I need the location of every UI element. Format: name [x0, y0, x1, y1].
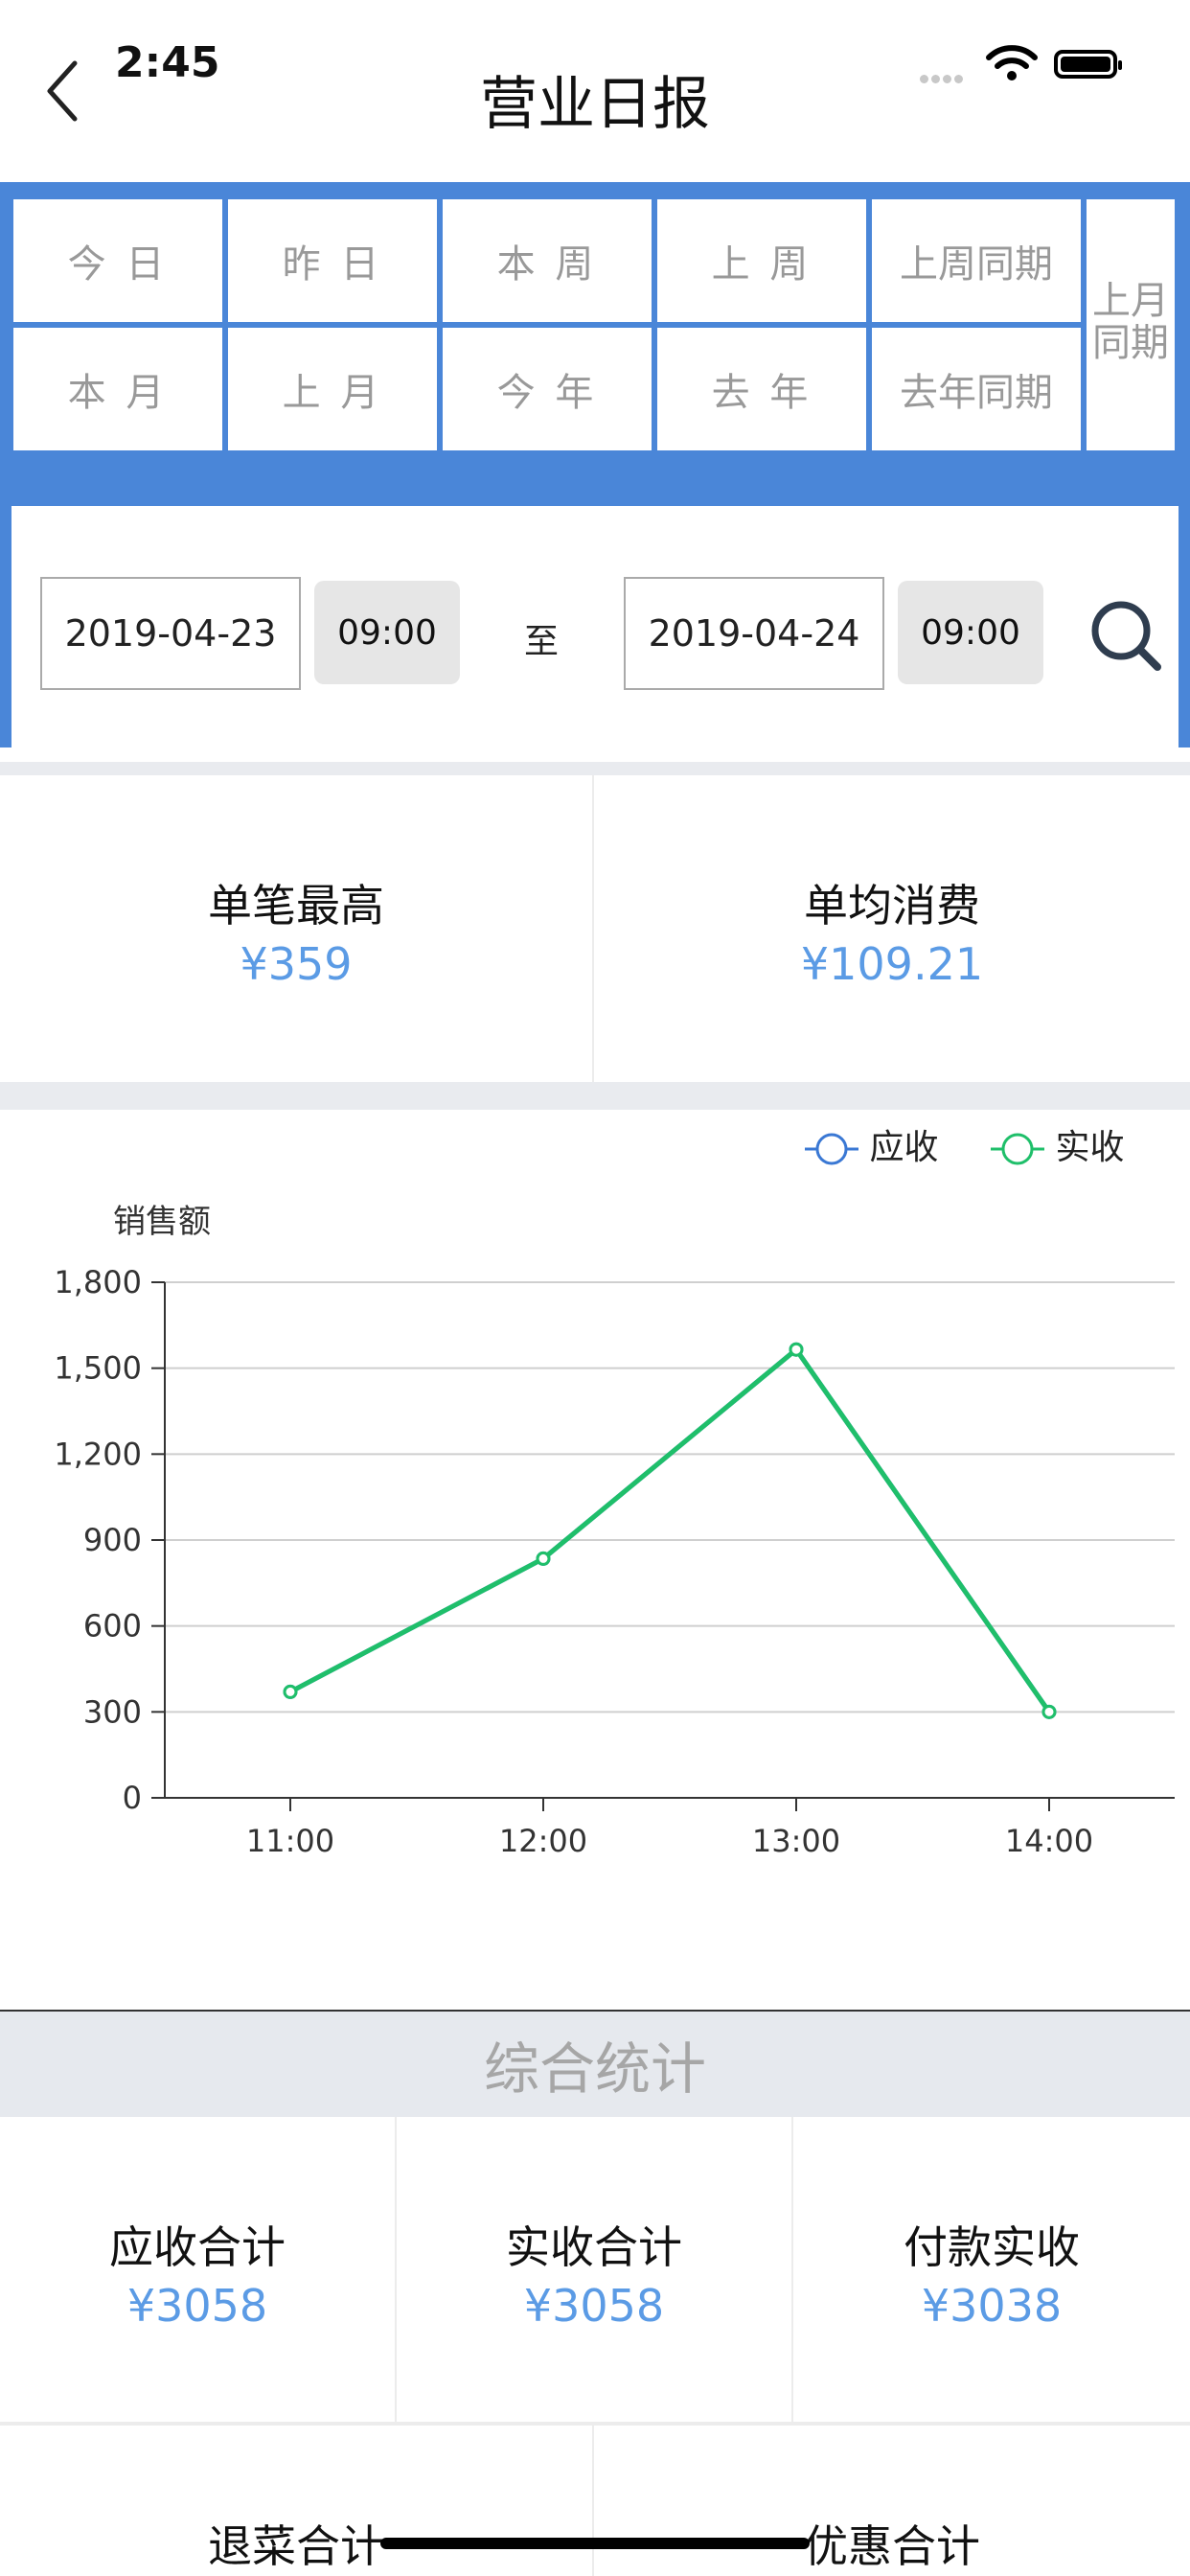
- filter-this-week[interactable]: 本 周: [443, 199, 652, 322]
- stat-payment-received: 付款实收 ¥3038: [793, 2117, 1190, 2422]
- divider-strip: [0, 1082, 1190, 1110]
- data-point: [1041, 1704, 1057, 1719]
- y-axis-label: 销售额: [113, 1203, 211, 1241]
- x-tick-label: 14:00: [1005, 1823, 1093, 1859]
- filter-yesterday[interactable]: 昨 日: [228, 199, 437, 322]
- series-line-0: [288, 1346, 1052, 1714]
- stat-total-receivable: 应收合计 ¥3058: [0, 2117, 397, 2422]
- sales-line-chart: 销售额 0 300 600 900 1,200 1,500 1,800 11:00 12:00 13…: [54, 1203, 1175, 1859]
- stat-value: ¥3038: [921, 2280, 1063, 2332]
- x-tick-label: 13:00: [752, 1823, 840, 1859]
- stat-label: 单均消费: [804, 880, 980, 932]
- stat-value: ¥3058: [126, 2280, 268, 2332]
- stat-label: 付款实收: [904, 2221, 1080, 2273]
- y-tick-label: 0: [123, 1780, 142, 1816]
- stat-value: ¥109.21: [800, 938, 984, 990]
- home-indicator[interactable]: [380, 2538, 810, 2549]
- stat-average-spend: 单均消费 ¥109.21: [594, 775, 1190, 1082]
- stat-returned-dishes: 退菜合计: [0, 2426, 594, 2576]
- search-icon[interactable]: [1088, 598, 1165, 675]
- divider-strip: [0, 762, 1190, 775]
- filter-last-year[interactable]: 去 年: [657, 328, 866, 450]
- y-tick-label: 1,200: [54, 1436, 142, 1472]
- y-tick-label: 1,800: [54, 1264, 142, 1300]
- y-tick-label: 900: [83, 1522, 142, 1558]
- filter-last-week[interactable]: 上 周: [657, 199, 866, 322]
- end-date-input[interactable]: 2019-04-24: [624, 577, 884, 690]
- stat-label: 应收合计: [109, 2221, 286, 2273]
- filter-side-line1: 上月: [1092, 279, 1169, 323]
- section-title: 综合统计: [0, 2010, 1190, 2117]
- data-point: [789, 1342, 804, 1357]
- filter-this-month[interactable]: 本 月: [13, 328, 222, 450]
- end-time-picker[interactable]: 09:00: [898, 581, 1043, 684]
- y-tick-label: 300: [83, 1693, 142, 1730]
- series-line-1: [288, 1346, 1052, 1714]
- data-point: [283, 1684, 298, 1699]
- stat-total-received: 实收合计 ¥3058: [397, 2117, 793, 2422]
- stat-discounts: 优惠合计: [594, 2426, 1190, 2576]
- filter-last-month[interactable]: 上 月: [228, 328, 437, 450]
- stat-label: 单笔最高: [208, 880, 384, 932]
- x-tick-label: 12:00: [499, 1823, 587, 1859]
- page-title: 营业日报: [480, 71, 710, 138]
- stat-label: 实收合计: [506, 2221, 682, 2273]
- filter-today[interactable]: 今 日: [13, 199, 222, 322]
- filter-last-week-same-period[interactable]: 上周同期: [872, 199, 1081, 322]
- start-time-picker[interactable]: 09:00: [314, 581, 460, 684]
- y-tick-label: 600: [83, 1608, 142, 1644]
- filter-side-line2: 同期: [1092, 321, 1169, 365]
- y-tick-label: 1,500: [54, 1350, 142, 1387]
- stat-value: ¥3058: [523, 2280, 665, 2332]
- x-tick-label: 11:00: [246, 1823, 334, 1859]
- filter-last-year-same-period[interactable]: 去年同期: [872, 328, 1081, 450]
- start-date-input[interactable]: 2019-04-23: [40, 577, 301, 690]
- stat-max-single: 单笔最高 ¥359: [0, 775, 594, 1082]
- navigation-bar: 营业日报: [0, 0, 1190, 182]
- filter-last-month-same-period[interactable]: 上月 同期: [1087, 199, 1175, 450]
- data-point: [536, 1551, 551, 1566]
- stat-value: ¥359: [240, 938, 353, 990]
- date-range-separator: 至: [524, 622, 560, 661]
- filter-this-year[interactable]: 今 年: [443, 328, 652, 450]
